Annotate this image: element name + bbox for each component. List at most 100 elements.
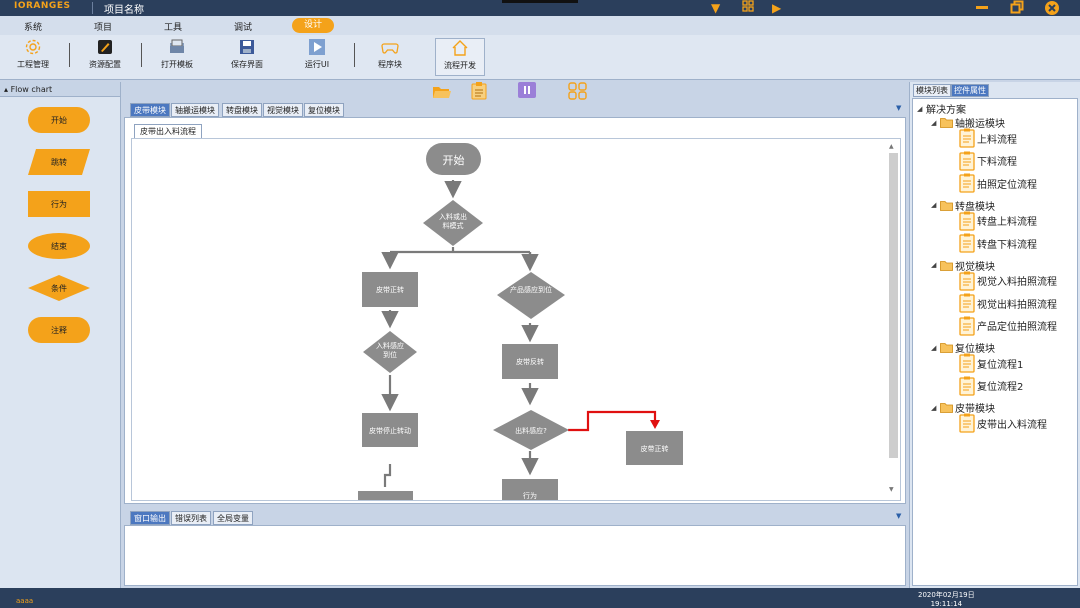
project-manage-button[interactable]: 工程管理: [12, 38, 54, 76]
output-panel[interactable]: [124, 525, 906, 586]
tree-item[interactable]: 上料流程: [959, 128, 1017, 148]
tab-overflow-icon[interactable]: ▼: [896, 104, 901, 112]
grid-icon[interactable]: [742, 0, 754, 16]
pencil-icon: [98, 40, 112, 54]
tree-item[interactable]: 复位流程1: [959, 353, 1023, 373]
node-next[interactable]: [358, 491, 413, 501]
flow-document-icon: [959, 151, 975, 171]
tab-axis-module[interactable]: 轴搬运模块: [171, 103, 219, 117]
toolbar: 工程管理 资源配置 打开模板 保存界面 运行UI 程序块 流程开发: [0, 35, 1080, 80]
shape-label: 注释: [51, 325, 67, 335]
restore-icon[interactable]: [1005, 0, 1029, 16]
output-overflow-icon[interactable]: ▼: [896, 512, 901, 520]
shape-action[interactable]: 行为: [28, 191, 90, 217]
flow-document-icon: [959, 413, 975, 433]
tab-reset-module[interactable]: 复位模块: [304, 103, 344, 117]
tab-error-list[interactable]: 错误列表: [171, 511, 211, 525]
menu-debug[interactable]: 调试: [234, 20, 252, 33]
tree-item[interactable]: 产品定位拍照流程: [959, 316, 1057, 336]
subtab-belt-flow[interactable]: 皮带出入料流程: [134, 124, 202, 139]
flow-document-icon: [959, 233, 975, 253]
open-template-button[interactable]: 打开模板: [156, 38, 198, 76]
play-icon[interactable]: ▶: [772, 0, 781, 16]
menu-design[interactable]: 设计: [292, 18, 334, 33]
toolbox-header: ▴ Flow chart: [0, 82, 120, 97]
folder-icon: [940, 403, 953, 413]
shape-condition[interactable]: 条件: [28, 275, 90, 301]
shape-label: 条件: [51, 283, 67, 293]
shape-label: 开始: [51, 115, 67, 125]
tab-vision-module[interactable]: 视觉模块: [263, 103, 303, 117]
folder-icon: [940, 200, 953, 211]
layout-grid-icon[interactable]: [568, 82, 588, 100]
tab-control-props[interactable]: 控件属性: [951, 84, 989, 97]
tab-module-list[interactable]: 模块列表: [913, 84, 951, 97]
expand-icon[interactable]: ◢: [931, 261, 940, 269]
dropdown-triangle-icon[interactable]: ▼: [711, 0, 720, 16]
flowchart-canvas[interactable]: 开始 入料或出料模式 皮带正转 产品感应到位 入料感应到位 皮带反转 皮带停止转…: [131, 138, 901, 501]
tab-window-output[interactable]: 窗口输出: [130, 511, 170, 525]
pause-icon[interactable]: [518, 82, 536, 98]
tool-label: 运行UI: [304, 60, 330, 69]
tree-item[interactable]: 复位流程2: [959, 376, 1023, 396]
tab-turntable-module[interactable]: 转盘模块: [222, 103, 262, 117]
collapse-triangle-icon[interactable]: ▴: [4, 85, 8, 94]
open-folder-icon[interactable]: [432, 84, 452, 100]
tree-item[interactable]: 皮带出入料流程: [959, 413, 1047, 433]
scroll-down-icon[interactable]: ▼: [889, 486, 894, 493]
clipboard-icon[interactable]: [470, 82, 488, 100]
tree-item-label: 转盘下料流程: [977, 239, 1037, 251]
right-panel-tabs: 模块列表 控件属性: [913, 84, 989, 98]
menu-project[interactable]: 项目: [94, 20, 112, 33]
flow-document-icon: [959, 316, 975, 336]
tree-item[interactable]: 视觉入料拍照流程: [959, 271, 1057, 291]
tree-item[interactable]: 拍照定位流程: [959, 173, 1037, 193]
save-ui-button[interactable]: 保存界面: [226, 38, 268, 76]
menu-tools[interactable]: 工具: [164, 20, 182, 33]
scrollbar-thumb[interactable]: [889, 153, 898, 458]
flow-dev-button[interactable]: 流程开发: [435, 38, 485, 76]
tree-item-label: 视觉出料拍照流程: [977, 299, 1057, 311]
node-action-label: 行为: [523, 492, 537, 500]
tree-item[interactable]: 视觉出料拍照流程: [959, 293, 1057, 313]
program-block-button[interactable]: 程序块: [369, 38, 411, 76]
tool-label: 工程管理: [17, 60, 49, 69]
save-icon: [240, 40, 254, 54]
tree-root[interactable]: ◢ 解决方案: [917, 101, 966, 117]
scroll-up-icon[interactable]: ▲: [889, 143, 894, 150]
shape-jump[interactable]: 跳转: [28, 149, 90, 175]
expand-icon[interactable]: ◢: [917, 105, 926, 113]
tab-global-vars[interactable]: 全局变量: [213, 511, 253, 525]
flow-document-icon: [959, 293, 975, 313]
expand-icon[interactable]: ◢: [931, 119, 940, 127]
home-icon: [452, 40, 468, 56]
flow-document-icon: [959, 353, 975, 373]
shape-end[interactable]: 结束: [28, 233, 90, 259]
tool-label: 程序块: [378, 60, 402, 69]
node-outfeed-sensed-label: 出料感应?: [515, 427, 547, 435]
tree-item-label: 产品定位拍照流程: [977, 322, 1057, 333]
flow-document-icon: [959, 173, 975, 193]
shape-label: 结束: [51, 241, 67, 251]
tree-item[interactable]: 转盘下料流程: [959, 233, 1037, 253]
tree-item[interactable]: 转盘上料流程: [959, 211, 1037, 231]
canvas-scrollbar[interactable]: ▲ ▼: [888, 143, 898, 496]
shape-comment[interactable]: 注释: [28, 317, 90, 343]
flowchart-svg: [358, 143, 683, 501]
tab-belt-module[interactable]: 皮带模块: [130, 103, 170, 117]
expand-icon[interactable]: ◢: [931, 344, 940, 352]
minimize-icon[interactable]: [970, 0, 994, 16]
expand-icon[interactable]: ◢: [931, 201, 940, 209]
toolbar-divider: [354, 43, 355, 67]
tool-label: 打开模板: [161, 60, 193, 69]
run-ui-button[interactable]: 运行UI: [296, 38, 338, 76]
resource-config-button[interactable]: 资源配置: [84, 38, 126, 76]
expand-icon[interactable]: ◢: [931, 404, 940, 412]
shape-start[interactable]: 开始: [28, 107, 90, 133]
node-product-sensed[interactable]: [497, 272, 565, 319]
menu-system[interactable]: 系统: [24, 20, 42, 33]
tree-item[interactable]: 下料流程: [959, 151, 1017, 171]
menu-bar: 系统 项目 工具 调试 设计: [0, 16, 1080, 35]
close-icon[interactable]: [1040, 0, 1064, 16]
folder-icon: [940, 343, 953, 353]
